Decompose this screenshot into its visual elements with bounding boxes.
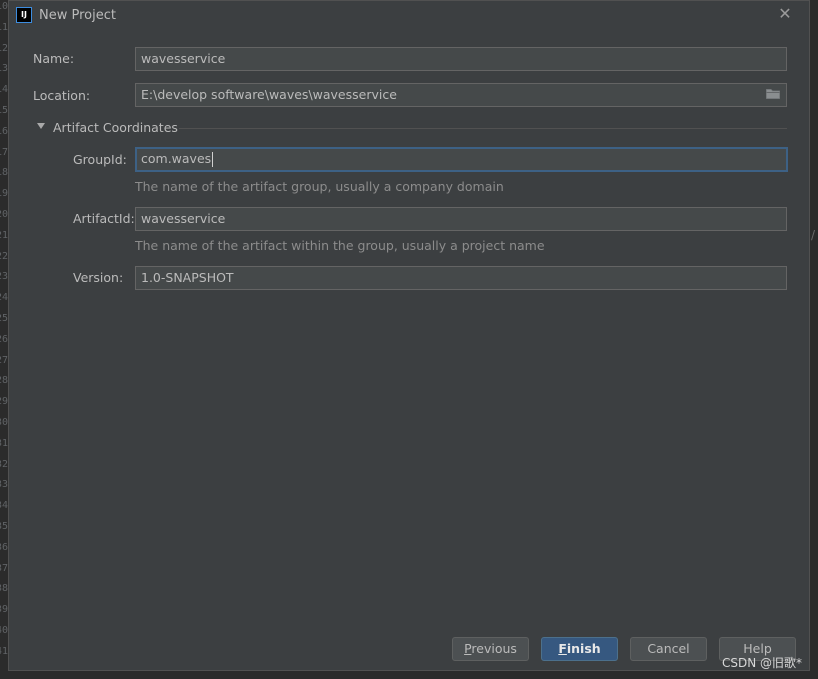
name-field-value: wavesservice — [141, 51, 226, 66]
gutter-line-number: 20 — [0, 209, 8, 220]
gutter-line-number: 31 — [0, 437, 8, 449]
section-expand-arrow-icon[interactable] — [37, 123, 45, 129]
dialog-titlebar: IJ New Project ✕ — [9, 1, 809, 31]
location-field[interactable]: E:\develop software\waves\wavesservice — [135, 83, 787, 107]
group-id-hint: The name of the artifact group, usually … — [135, 179, 504, 194]
gutter-line-number: 36 — [0, 541, 8, 553]
gutter-line-number: 18 — [0, 167, 8, 179]
group-id-label: GroupId: — [73, 152, 127, 167]
gutter-line-number: 23 — [0, 271, 8, 283]
gutter-line-number: 13 — [0, 63, 8, 75]
gutter-line-number: 37 — [0, 562, 8, 574]
folder-icon[interactable] — [766, 88, 780, 99]
new-project-dialog: IJ New Project ✕ Name: wavesservice Loca… — [8, 0, 810, 671]
name-label: Name: — [33, 51, 75, 66]
gutter-line-number: 40 — [0, 625, 8, 636]
gutter-line-number: 11 — [0, 21, 8, 33]
csdn-watermark: CSDN @旧歌* — [721, 656, 802, 670]
gutter-line-number: 30 — [0, 417, 8, 428]
gutter-line-number: 19 — [0, 188, 8, 200]
gutter-line-number: 33 — [0, 479, 8, 491]
section-divider — [179, 128, 787, 129]
gutter-line-number: 16 — [0, 125, 8, 137]
gutter-line-number: 26 — [0, 333, 8, 345]
previous-button[interactable]: Previous — [452, 637, 529, 661]
dialog-title: New Project — [39, 8, 116, 23]
gutter-line-number: 25 — [0, 313, 8, 324]
name-field[interactable]: wavesservice — [135, 47, 787, 71]
artifact-id-field[interactable]: wavesservice — [135, 207, 787, 231]
finish-button[interactable]: Finish — [541, 637, 618, 661]
close-icon[interactable]: ✕ — [777, 6, 793, 22]
gutter-line-number: 15 — [0, 105, 8, 116]
artifact-id-label: ArtifactId: — [73, 211, 135, 226]
gutter-line-number: 14 — [0, 84, 8, 96]
gutter-line-number: 27 — [0, 354, 8, 366]
gutter-line-number: 41 — [0, 645, 8, 657]
finish-mnemonic: F — [558, 641, 567, 656]
group-id-field[interactable]: com.waves — [135, 147, 788, 172]
gutter-line-number: 24 — [0, 292, 8, 304]
gutter-line-number: 29 — [0, 396, 8, 408]
gutter-line-number: 32 — [0, 458, 8, 470]
gutter-line-number: 21 — [0, 229, 8, 241]
gutter-line-number: 12 — [0, 42, 8, 54]
text-caret — [212, 152, 214, 167]
gutter-line-number: 38 — [0, 583, 8, 595]
gutter-line-number: 10 — [0, 1, 8, 12]
previous-label-rest: revious — [471, 641, 517, 656]
gutter-line-number: 39 — [0, 604, 8, 616]
version-field-value: 1.0-SNAPSHOT — [141, 270, 234, 285]
version-label: Version: — [73, 270, 124, 285]
gutter-line-number: 17 — [0, 146, 8, 158]
background-editor-text: / — [811, 228, 816, 242]
cancel-button[interactable]: Cancel — [630, 637, 707, 661]
group-id-field-value: com.waves — [141, 151, 212, 166]
gutter-line-number: 28 — [0, 375, 8, 387]
gutter-line-number: 22 — [0, 250, 8, 262]
version-field[interactable]: 1.0-SNAPSHOT — [135, 266, 787, 290]
artifact-coordinates-title[interactable]: Artifact Coordinates — [53, 120, 178, 135]
location-label: Location: — [33, 88, 91, 103]
artifact-id-hint: The name of the artifact within the grou… — [135, 238, 545, 253]
artifact-id-field-value: wavesservice — [141, 211, 226, 226]
intellij-app-icon: IJ — [16, 7, 32, 23]
gutter-line-number: 35 — [0, 521, 8, 532]
finish-label-rest: inish — [566, 641, 601, 656]
gutter-line-number: 34 — [0, 500, 8, 512]
location-field-value: E:\develop software\waves\wavesservice — [141, 87, 397, 102]
editor-gutter: 10 11 12 13 14 15 16 17 18 19 20 21 22 23 24 25 26 27 28 29… — [0, 0, 8, 679]
